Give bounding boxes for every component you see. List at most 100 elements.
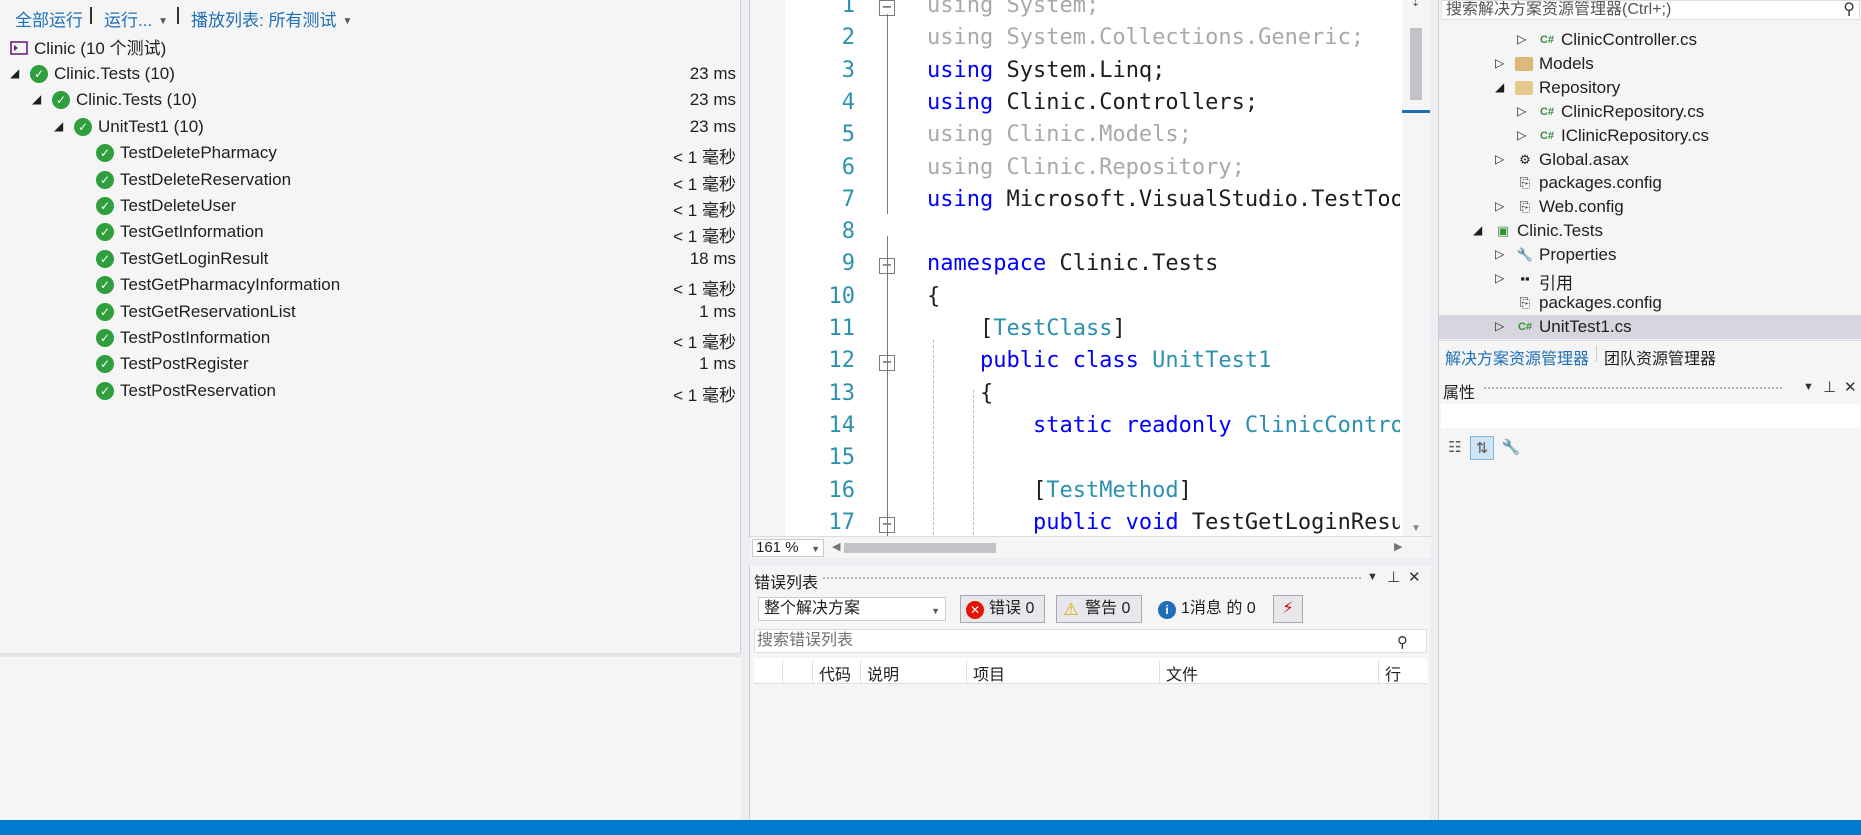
solution-tree-item[interactable]: ◢ Repository [1439, 76, 1861, 100]
scrollbar-thumb[interactable] [1410, 28, 1422, 100]
test-case-row[interactable]: ✓ TestGetLoginResult 18 ms [0, 246, 741, 272]
code-line[interactable]: 4 using Clinic.Controllers; [785, 90, 1400, 122]
solution-tree-item[interactable]: ▷ ▪▪ 引用 [1439, 267, 1861, 293]
expand-triangle-icon[interactable]: ▷ [1517, 32, 1526, 46]
code-line[interactable]: 2 using System.Collections.Generic; [785, 25, 1400, 57]
solution-tree-item[interactable]: ▷ C# ClinicRepository.cs [1439, 100, 1861, 124]
test-case-row[interactable]: ✓ TestGetInformation < 1 毫秒 [0, 219, 741, 246]
scroll-down-arrow-icon[interactable]: ▼ [1411, 523, 1421, 534]
solution-tree-item[interactable]: ▷ C# IClinicRepository.cs [1439, 124, 1861, 148]
code-line[interactable]: 13 { [785, 381, 1400, 413]
test-group-row[interactable]: ◢ ✓ Clinic.Tests (10) 23 ms [0, 87, 741, 113]
column-header-line[interactable]: 行 [1378, 661, 1401, 684]
test-duration: 23 ms [689, 64, 736, 83]
messages-filter-button[interactable]: i 1消息 的 0 [1152, 595, 1266, 623]
solution-tree-item[interactable]: ▷ 🔧 Properties [1439, 243, 1861, 267]
expand-triangle-icon[interactable]: ▷ [1517, 128, 1526, 142]
close-icon[interactable]: ✕ [1844, 378, 1857, 396]
run-dropdown-button[interactable]: 运行... ▼ [104, 6, 168, 31]
test-case-row[interactable]: ✓ TestDeletePharmacy < 1 毫秒 [0, 140, 741, 167]
expand-triangle-icon[interactable]: ▷ [1495, 199, 1504, 213]
code-line[interactable]: 16 [TestMethod] [785, 478, 1400, 510]
scope-dropdown[interactable]: 整个解决方案 ▼ [758, 597, 946, 621]
code-area[interactable]: 1− using System; 2 using System.Collections… [785, 0, 1400, 536]
expand-triangle-icon[interactable]: ◢ [1473, 223, 1482, 237]
test-case-row[interactable]: ✓ TestDeleteReservation < 1 毫秒 [0, 167, 741, 194]
tab-team-explorer[interactable]: 团队资源管理器 [1604, 345, 1716, 369]
code-line[interactable]: 1− using System; [785, 0, 1400, 25]
search-icon[interactable]: ⚲ [1843, 1, 1855, 19]
horizontal-scrollbar-thumb[interactable] [844, 543, 996, 553]
error-search-input[interactable]: 搜索错误列表 ⚲ [754, 629, 1427, 653]
alphabetical-view-icon[interactable]: ⇅ [1470, 436, 1494, 460]
solution-tree-item[interactable]: ▷ C# ClinicController.cs [1439, 28, 1861, 52]
code-line[interactable]: 10 { [785, 284, 1400, 316]
code-line[interactable]: 15 [785, 445, 1400, 477]
solution-tree-item[interactable]: ⎘ packages.config [1439, 291, 1861, 315]
zoom-dropdown[interactable]: 161 % ▼ [752, 539, 824, 557]
test-case-row[interactable]: ✓ TestPostReservation < 1 毫秒 [0, 378, 741, 405]
build-filter-button[interactable]: ⚡ [1273, 595, 1303, 623]
chevron-down-icon[interactable]: ▼ [1367, 571, 1378, 583]
editor-vertical-scrollbar[interactable]: ⇣ ▼ [1402, 0, 1430, 536]
scroll-right-arrow-icon[interactable]: ▶ [1394, 540, 1402, 553]
test-group-row[interactable]: ◢ ✓ UnitTest1 (10) 23 ms [0, 114, 741, 140]
run-all-button[interactable]: 全部运行 [15, 6, 83, 31]
column-header-code[interactable]: 代码 [812, 661, 851, 684]
playlist-dropdown-button[interactable]: 播放列表: 所有测试 ▼ [191, 6, 352, 31]
column-header-project[interactable]: 项目 [966, 661, 1005, 684]
column-header-description[interactable]: 说明 [860, 661, 899, 684]
code-line[interactable]: 6 using Clinic.Repository; [785, 155, 1400, 187]
expand-triangle-icon[interactable]: ◢ [1495, 80, 1504, 94]
code-line[interactable]: 3 using System.Linq; [785, 58, 1400, 90]
expand-triangle-icon[interactable]: ▷ [1495, 152, 1504, 166]
pin-icon[interactable]: ⊥ [1387, 568, 1400, 586]
test-case-row[interactable]: ✓ TestDeleteUser < 1 毫秒 [0, 193, 741, 220]
expand-triangle-icon[interactable]: ◢ [54, 119, 63, 133]
properties-object-selector[interactable] [1441, 404, 1860, 428]
expand-triangle-icon[interactable]: ▷ [1495, 247, 1504, 261]
test-case-row[interactable]: ✓ TestGetPharmacyInformation < 1 毫秒 [0, 272, 741, 299]
scroll-left-arrow-icon[interactable]: ◀ [832, 540, 840, 553]
drag-grip[interactable] [1483, 386, 1782, 391]
test-case-row[interactable]: ✓ TestPostInformation < 1 毫秒 [0, 325, 741, 352]
warnings-filter-button[interactable]: ⚠ 警告 0 [1056, 595, 1142, 623]
test-case-row[interactable]: ✓ TestPostRegister 1 ms [0, 351, 741, 377]
solution-tree-item[interactable]: ⎘ packages.config [1439, 171, 1861, 195]
solution-tree-item[interactable]: ▷ ⎘ Web.config [1439, 195, 1861, 219]
scroll-down-icon[interactable]: ⇣ [1411, 0, 1420, 9]
categorized-view-icon[interactable]: ☷ [1443, 436, 1467, 460]
solution-tree-item[interactable]: ◢ ▣ Clinic.Tests [1439, 219, 1861, 243]
code-line[interactable]: 7 using Microsoft.VisualStudio.TestTools [785, 187, 1400, 219]
drag-grip[interactable] [822, 576, 1361, 581]
errors-filter-button[interactable]: ✕ 错误 0 [960, 595, 1045, 623]
expand-triangle-icon[interactable]: ▷ [1495, 56, 1504, 70]
code-line[interactable]: 12− public class UnitTest1 [785, 348, 1400, 380]
search-icon[interactable]: ⚲ [1397, 632, 1408, 654]
close-icon[interactable]: ✕ [1408, 568, 1421, 586]
solution-tree-item[interactable]: ▷ ⚙ Global.asax [1439, 148, 1861, 172]
code-line[interactable]: 8 [785, 219, 1400, 251]
test-case-row[interactable]: ✓ TestGetReservationList 1 ms [0, 299, 741, 325]
solution-search-input[interactable]: 搜索解决方案资源管理器(Ctrl+;) ⚲ [1441, 0, 1860, 20]
wrench-icon[interactable]: 🔧 [1499, 436, 1523, 460]
expand-triangle-icon[interactable]: ◢ [10, 66, 19, 80]
code-line[interactable]: 11 [TestClass] [785, 316, 1400, 348]
expand-triangle-icon[interactable]: ◢ [32, 92, 41, 106]
run-label: 运行... [104, 11, 153, 30]
test-group-row[interactable]: ◢ ✓ Clinic.Tests (10) 23 ms [0, 61, 741, 87]
code-line[interactable]: 5 using Clinic.Models; [785, 122, 1400, 154]
tab-solution-explorer[interactable]: 解决方案资源管理器 [1445, 345, 1589, 369]
expand-triangle-icon[interactable]: ▷ [1495, 319, 1504, 333]
solution-tree-item[interactable]: ▷ C# UnitTest1.cs [1439, 314, 1861, 339]
solution-tree-item[interactable]: ▷ Models [1439, 52, 1861, 76]
code-line[interactable]: 17− public void TestGetLoginResul [785, 510, 1401, 536]
chevron-down-icon[interactable]: ▼ [1803, 381, 1814, 393]
expand-triangle-icon[interactable]: ▷ [1517, 104, 1526, 118]
expand-triangle-icon[interactable]: ▷ [1495, 271, 1504, 285]
pin-icon[interactable]: ⊥ [1823, 378, 1836, 396]
column-header-file[interactable]: 文件 [1159, 661, 1198, 684]
code-line[interactable]: 14 static readonly ClinicControll [785, 413, 1401, 445]
code-line[interactable]: 9−namespace Clinic.Tests [785, 251, 1400, 283]
code-editor[interactable]: 1− using System; 2 using System.Collections… [749, 0, 1431, 558]
